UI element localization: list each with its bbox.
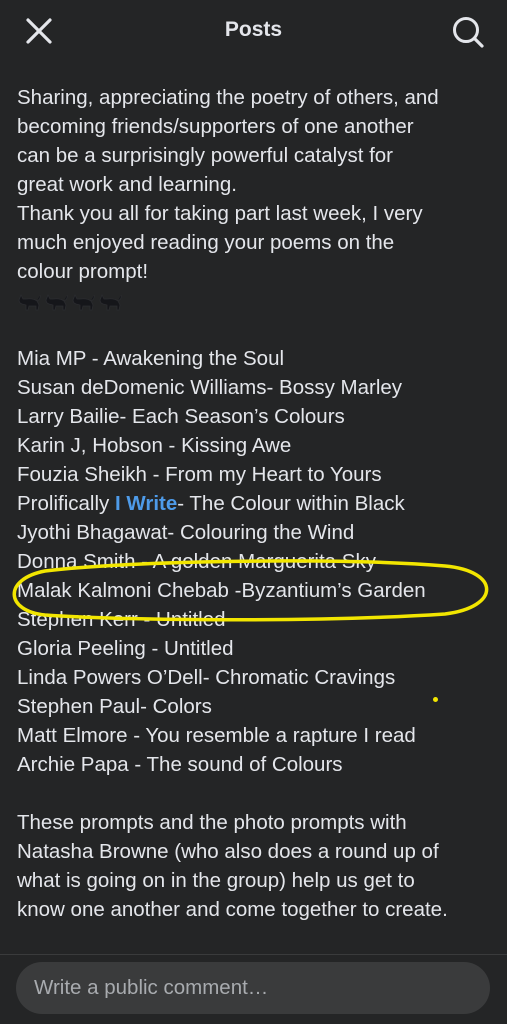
top-bar: Posts bbox=[0, 0, 507, 64]
search-button[interactable] bbox=[451, 15, 485, 49]
post-text-line: becoming friends/supporters of one anoth… bbox=[17, 115, 414, 138]
post-text-line: great work and learning. bbox=[17, 173, 237, 196]
entry-line: Karin J, Hobson - Kissing Awe bbox=[17, 434, 292, 457]
annotation-dot bbox=[433, 697, 438, 702]
post-text-line: Natasha Browne (who also does a round up… bbox=[17, 840, 439, 863]
entry-line: Fouzia Sheikh - From my Heart to Yours bbox=[17, 463, 382, 486]
black-cat-emoji-row bbox=[17, 286, 499, 315]
post-text-line: what is going on in the group) help us g… bbox=[17, 869, 415, 892]
comment-bar bbox=[0, 954, 507, 1024]
entry-line: Jyothi Bhagawat- Colouring the Wind bbox=[17, 521, 355, 544]
black-cat-icon bbox=[45, 293, 68, 310]
entry-line: Susan deDomenic Williams- Bossy Marley bbox=[17, 376, 403, 399]
entry-line: Linda Powers O’Dell- Chromatic Cravings bbox=[17, 666, 396, 689]
entry-prefix: Prolifically bbox=[17, 492, 115, 515]
entry-line: Archie Papa - The sound of Colours bbox=[17, 753, 343, 776]
entry-line: Stephen Kerr - Untitled bbox=[17, 608, 226, 631]
black-cat-icon bbox=[72, 293, 95, 310]
page-title: Posts bbox=[224, 18, 283, 41]
post-text-line: These prompts and the photo prompts with bbox=[17, 811, 407, 834]
entry-line: Donna Smith - A golden Marguerita Sky bbox=[17, 550, 376, 573]
entry-suffix: - The Colour within Black bbox=[177, 492, 405, 515]
entry-line: Matt Elmore - You resemble a rapture I r… bbox=[17, 724, 416, 747]
black-cat-icon bbox=[18, 293, 41, 310]
black-cat-icon bbox=[99, 293, 122, 310]
mention-link[interactable]: I Write bbox=[115, 492, 177, 515]
entry-line: Gloria Peeling - Untitled bbox=[17, 637, 234, 660]
entry-line: Mia MP - Awakening the Soul bbox=[17, 347, 285, 370]
post-text-line: colour prompt! bbox=[17, 260, 149, 283]
post-text-line: much enjoyed reading your poems on the bbox=[17, 231, 395, 254]
post-text-line: Sharing, appreciating the poetry of othe… bbox=[17, 86, 439, 109]
post-text-line: can be a surprisingly powerful catalyst … bbox=[17, 144, 394, 167]
post-text-line: Thank you all for taking part last week,… bbox=[17, 202, 423, 225]
comment-input[interactable] bbox=[16, 962, 490, 1014]
search-icon bbox=[453, 17, 484, 48]
entry-line: Larry Bailie- Each Season’s Colours bbox=[17, 405, 345, 428]
entry-line: Stephen Paul- Colors bbox=[17, 695, 212, 718]
entry-line: Malak Kalmoni Chebab -Byzantium’s Garden bbox=[17, 579, 426, 602]
entry-line-with-mention: Prolifically I Write- The Colour within … bbox=[17, 489, 499, 518]
post-text-line: know one another and come together to cr… bbox=[17, 898, 448, 921]
post-body: Sharing, appreciating the poetry of othe… bbox=[17, 83, 499, 924]
